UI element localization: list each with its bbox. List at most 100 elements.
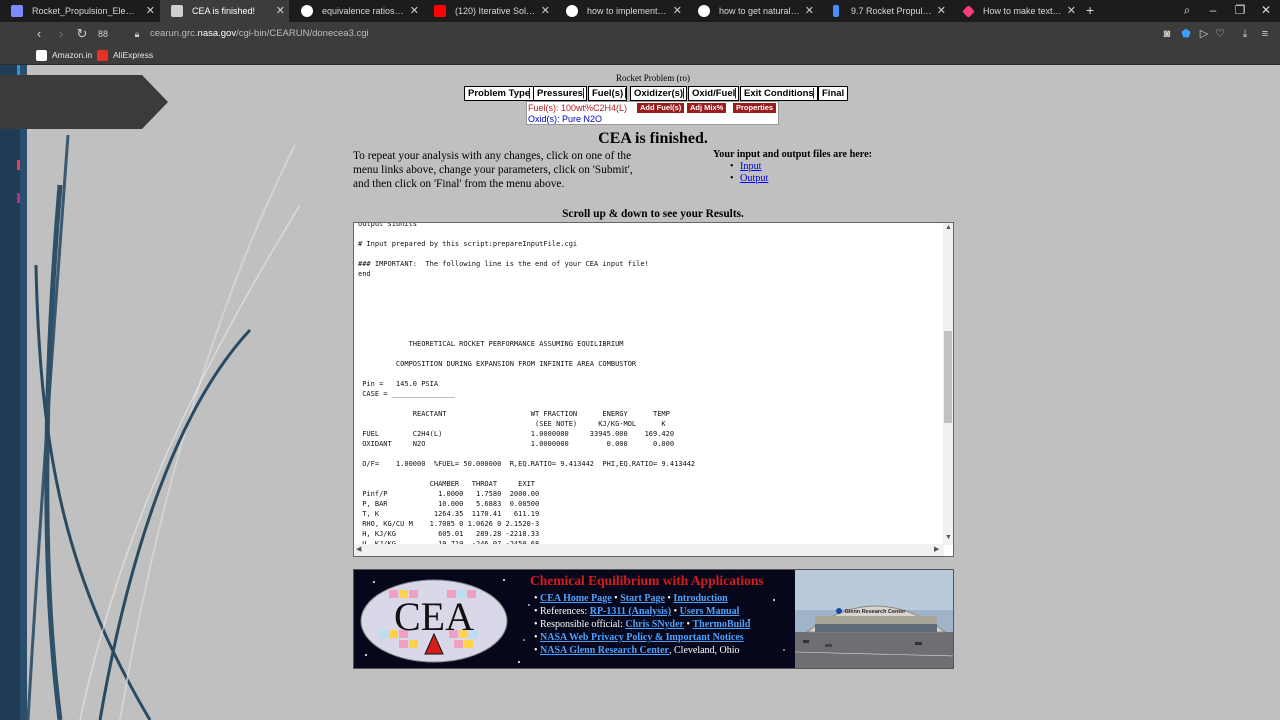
menu-icon[interactable]: ≡ xyxy=(1257,26,1273,42)
scrollbar-thumb[interactable] xyxy=(944,331,952,423)
close-icon[interactable]: ✕ xyxy=(805,0,814,22)
menu-final[interactable]: Final xyxy=(818,86,849,101)
close-icon[interactable]: ✕ xyxy=(276,0,285,22)
result-line xyxy=(358,249,943,259)
input-file-link[interactable]: Input xyxy=(740,161,762,172)
scroll-down-icon[interactable]: ▼ xyxy=(945,533,952,543)
tab-rocket-propulsion-uni[interactable]: 9.7 Rocket Propulsion | Uni ✕ xyxy=(819,0,950,22)
bookmarks-bar: Amazon.in AliExpress xyxy=(0,46,1280,65)
result-line: RHO, KG/CU M 1.7085 0 1.0626 0 2.1520-3 xyxy=(358,520,540,528)
adj-mix-button[interactable]: Adj Mix% xyxy=(687,103,727,113)
tab-title: Rocket_Propulsion_Elemen xyxy=(32,6,141,16)
document-icon xyxy=(11,5,23,17)
send-icon[interactable]: ▷ xyxy=(1196,26,1212,42)
menu-problem-type[interactable]: Problem Type xyxy=(464,86,535,101)
menu-oxid-fuel[interactable]: Oxid/Fuel xyxy=(688,86,740,101)
privacy-policy-link[interactable]: NASA Web Privacy Policy & Important Noti… xyxy=(540,632,744,643)
result-line xyxy=(358,309,943,319)
google-icon xyxy=(566,5,578,17)
lock-icon[interactable]: 🔒︎ xyxy=(128,25,146,43)
tab-iterative-solutions[interactable]: (120) Iterative Solutions/Ex ✕ xyxy=(423,0,554,22)
tab-title: how to implement a formu xyxy=(587,6,668,16)
scroll-left-icon[interactable]: ◀ xyxy=(356,545,361,555)
official-link[interactable]: Chris SNyder xyxy=(625,619,684,630)
bookmark-aliexpress[interactable]: AliExpress xyxy=(97,48,153,63)
menu-exit-conditions[interactable]: Exit Conditions xyxy=(740,86,818,101)
cea-home-link[interactable]: CEA Home Page xyxy=(540,593,612,604)
introduction-link[interactable]: Introduction xyxy=(673,593,727,604)
horizontal-scrollbar[interactable]: ◀ ▶ xyxy=(354,544,944,556)
users-manual-link[interactable]: Users Manual xyxy=(680,606,740,617)
close-icon[interactable]: ✕ xyxy=(673,0,682,22)
result-line xyxy=(358,329,943,339)
speed-dial-icon[interactable]: 88 xyxy=(94,25,112,43)
scroll-up-icon[interactable]: ▲ xyxy=(945,223,952,233)
forward-icon[interactable]: › xyxy=(52,25,70,43)
close-icon[interactable]: ✕ xyxy=(146,0,155,22)
result-line: # Input prepared by this script:prepareI… xyxy=(358,240,578,248)
tab-title: 9.7 Rocket Propulsion | Uni xyxy=(851,6,932,16)
decorative-curves xyxy=(26,134,300,720)
scroll-right-icon[interactable]: ▶ xyxy=(934,545,939,555)
close-icon[interactable]: ✕ xyxy=(541,0,550,22)
back-icon[interactable]: ‹ xyxy=(30,25,48,43)
result-line: FUEL C2H4(L) 1.0000000 33945.000 169.420 xyxy=(358,430,675,438)
result-line: Pinf/P 1.0000 1.7580 2000.00 xyxy=(358,490,540,498)
close-icon[interactable]: ✕ xyxy=(410,0,419,22)
result-line: output siunits xyxy=(358,222,418,228)
menu-pressures[interactable]: Pressures xyxy=(533,86,587,101)
search-tabs-icon[interactable]: ⌕ xyxy=(1174,0,1200,22)
tab-title: CEA is finished! xyxy=(192,6,256,16)
close-icon[interactable]: ✕ xyxy=(937,0,946,22)
tab-equivalence-ratios[interactable]: equivalence ratios - Googl ✕ xyxy=(290,0,423,22)
menu-oxidizers[interactable]: Oxidizer(s) xyxy=(630,86,688,101)
fuel-line: Fuel(s): 100wt%C2H4(L) xyxy=(528,103,628,113)
properties-button[interactable]: Properties xyxy=(733,103,777,113)
menu-separator: | xyxy=(812,87,815,99)
heart-icon[interactable]: ♡ xyxy=(1212,26,1228,42)
result-line xyxy=(358,399,943,409)
banner-line: • NASA Web Privacy Policy & Important No… xyxy=(534,632,744,643)
vertical-scrollbar[interactable]: ▲ ▼ xyxy=(943,223,953,545)
result-line: H, KJ/KG 605.01 289.28 -2218.33 xyxy=(358,530,540,538)
output-file-link[interactable]: Output xyxy=(740,173,768,184)
tab-title: how to get natural log in ex xyxy=(719,6,800,16)
document-icon xyxy=(171,5,183,17)
result-line: OXIDANT N2O 1.0000000 0.000 0.000 xyxy=(358,440,675,448)
thermobuild-link[interactable]: ThermoBuild xyxy=(693,619,751,630)
tab-text-superscript[interactable]: How to make text supersc ✕ xyxy=(951,0,1080,22)
result-line: T, K 1264.35 1170.41 611.19 xyxy=(358,510,540,518)
reactants-summary: Fuel(s): 100wt%C2H4(L) Add Fuel(s) Adj M… xyxy=(526,101,779,125)
book-icon xyxy=(833,5,839,17)
diamond-icon xyxy=(962,5,975,18)
minimize-icon[interactable]: – xyxy=(1200,0,1226,22)
tab-natural-log[interactable]: how to get natural log in ex ✕ xyxy=(687,0,818,22)
glenn-research-center-photo: Glenn Research Center xyxy=(795,570,953,668)
repeat-instructions: To repeat your analysis with any changes… xyxy=(353,150,633,190)
results-textarea[interactable]: output siunits # Input prepared by this … xyxy=(353,222,954,557)
close-window-icon[interactable]: ✕ xyxy=(1253,0,1279,22)
start-page-link[interactable]: Start Page xyxy=(620,593,665,604)
shield-icon[interactable]: ⬟ xyxy=(1178,26,1194,42)
tab-rocket-propulsion[interactable]: Rocket_Propulsion_Elemen ✕ xyxy=(0,0,159,22)
add-fuel-button[interactable]: Add Fuel(s) xyxy=(637,103,685,113)
cea-footer-banner: CEA Chemical Equilibrium with Applicatio… xyxy=(353,569,954,669)
menu-separator: | xyxy=(582,87,585,99)
cea-logo: CEA xyxy=(360,579,508,663)
url-field[interactable]: cearun.grc.nasa.gov/cgi-bin/CEARUN/donec… xyxy=(150,27,369,40)
rp1311-link[interactable]: RP-1311 (Analysis) xyxy=(590,606,671,617)
glenn-center-link[interactable]: NASA Glenn Research Center xyxy=(540,645,669,656)
bookmark-amazon[interactable]: Amazon.in xyxy=(36,48,92,63)
result-line: REACTANT WT FRACTION ENERGY TEMP xyxy=(358,410,670,418)
tab-implement-formula[interactable]: how to implement a formu ✕ xyxy=(555,0,686,22)
logo-text: CEA xyxy=(394,594,474,639)
camera-icon[interactable]: ◙ xyxy=(1159,26,1175,42)
download-icon[interactable]: ⤓ xyxy=(1237,26,1253,42)
address-bar: ‹ › ↻ 88 🔒︎ cearun.grc.nasa.gov/cgi-bin/… xyxy=(0,22,1280,46)
tab-cea-finished[interactable]: CEA is finished! ✕ xyxy=(160,0,289,22)
close-icon[interactable]: ✕ xyxy=(1067,0,1076,22)
new-tab-icon[interactable]: + xyxy=(1086,0,1094,20)
maximize-icon[interactable]: ❐ xyxy=(1227,0,1253,22)
reload-icon[interactable]: ↻ xyxy=(73,25,91,43)
menu-fuels[interactable]: Fuel(s) xyxy=(588,86,628,101)
